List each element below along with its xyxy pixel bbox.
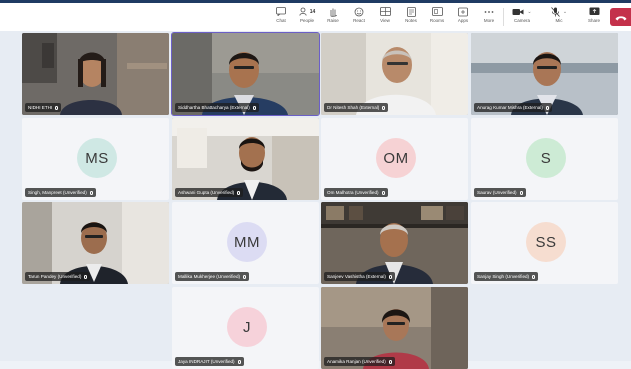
people-button[interactable]: 14 People bbox=[294, 5, 320, 29]
apps-icon bbox=[458, 5, 468, 18]
mic-icon bbox=[545, 105, 549, 110]
raise-hand-button[interactable]: Raise bbox=[320, 5, 346, 29]
apps-label: Apps bbox=[457, 18, 469, 23]
participant-tile[interactable]: Dr Nitesh Shah (External) bbox=[321, 33, 468, 115]
participant-name: Anamika Ranjan (Unverified) bbox=[324, 357, 395, 366]
share-label: Share bbox=[587, 18, 600, 23]
mic-icon bbox=[532, 274, 536, 279]
rooms-label: Rooms bbox=[429, 18, 445, 23]
react-label: React bbox=[353, 18, 365, 23]
camera-chevron-down-icon[interactable]: ⌄ bbox=[527, 9, 531, 15]
avatar: J bbox=[227, 307, 267, 347]
mic-icon bbox=[55, 105, 59, 110]
apps-button[interactable]: Apps bbox=[450, 5, 476, 29]
participant-tile[interactable]: Anurag Kumar Mishra (External) bbox=[471, 33, 618, 115]
notes-label: Notes bbox=[405, 18, 417, 23]
avatar: OM bbox=[376, 138, 416, 178]
participant-name: Tarun Pandey (Unverified) bbox=[25, 272, 91, 281]
view-button[interactable]: View bbox=[372, 5, 398, 29]
notes-icon bbox=[406, 5, 416, 18]
mic-icon bbox=[519, 190, 523, 195]
avatar: MM bbox=[227, 222, 267, 262]
mic-icon bbox=[381, 190, 385, 195]
participant-tile[interactable]: NIDHI ETHI bbox=[22, 33, 169, 115]
participant-name: Siddhartha Bhattacharya (External) bbox=[175, 103, 259, 112]
avatar: SS bbox=[526, 222, 566, 262]
mic-icon bbox=[237, 190, 241, 195]
mic-icon bbox=[237, 359, 241, 364]
people-count: 14 bbox=[309, 8, 316, 15]
rooms-icon bbox=[431, 5, 443, 18]
chat-label: Chat bbox=[276, 18, 286, 23]
camera-label: Camera bbox=[513, 18, 530, 23]
participant-tile[interactable]: S Saurav (Unverified) bbox=[471, 118, 618, 200]
participant-tile-active-speaker[interactable]: Siddhartha Bhattacharya (External) bbox=[171, 32, 320, 116]
share-button[interactable]: Share bbox=[581, 5, 607, 29]
participant-name: Saurav (Unverified) bbox=[474, 188, 526, 197]
mic-label: Mic bbox=[555, 18, 563, 23]
mic-icon bbox=[243, 274, 247, 279]
participant-tile[interactable]: Ashwani Gupta (Unverified) bbox=[172, 118, 319, 200]
participant-name: Sanjay Singh (Unverified) bbox=[474, 272, 539, 281]
chat-button[interactable]: Chat bbox=[268, 5, 294, 29]
participant-name: Mallika Mukherjee (Unverified) bbox=[175, 272, 250, 281]
participant-name: Anurag Kumar Mishra (External) bbox=[474, 103, 552, 112]
meeting-toolbar: Chat 14 People Raise React View Notes Ro… bbox=[0, 3, 631, 31]
mic-icon bbox=[252, 105, 256, 110]
notes-button[interactable]: Notes bbox=[398, 5, 424, 29]
participant-tile[interactable]: MM Mallika Mukherjee (Unverified) bbox=[172, 202, 319, 284]
participant-name: Om Malhotra (Unverified) bbox=[324, 188, 388, 197]
view-label: View bbox=[380, 18, 390, 23]
mic-chevron-down-icon[interactable]: ⌄ bbox=[563, 9, 567, 15]
toolbar-divider bbox=[503, 8, 504, 26]
rooms-button[interactable]: Rooms bbox=[424, 5, 450, 29]
mic-button[interactable]: ⌄ Mic bbox=[546, 5, 572, 29]
leave-button[interactable] bbox=[610, 8, 631, 26]
mic-icon bbox=[89, 190, 93, 195]
camera-button[interactable]: ⌄ Camera bbox=[509, 5, 535, 29]
more-button[interactable]: More bbox=[476, 5, 502, 29]
view-icon bbox=[379, 5, 391, 18]
camera-icon: ⌄ bbox=[512, 5, 532, 18]
people-icon: 14 bbox=[299, 5, 316, 18]
chat-icon bbox=[276, 5, 286, 18]
react-button[interactable]: React bbox=[346, 5, 372, 29]
avatar: MS bbox=[77, 138, 117, 178]
participant-name: NIDHI ETHI bbox=[25, 103, 62, 112]
participant-name: Dr Nitesh Shah (External) bbox=[324, 103, 389, 112]
participant-tile[interactable]: MS Singh, Manpreet (Unverified) bbox=[22, 118, 169, 200]
share-icon bbox=[589, 5, 600, 18]
avatar: S bbox=[526, 138, 566, 178]
mic-icon bbox=[382, 105, 386, 110]
participant-tile[interactable]: Tarun Pandey (Unverified) bbox=[22, 202, 169, 284]
participant-tile[interactable]: J Jaya INDRAJIT (Unverified) bbox=[172, 287, 319, 369]
participant-tile[interactable]: OM Om Malhotra (Unverified) bbox=[321, 118, 468, 200]
more-icon bbox=[484, 5, 494, 18]
hand-icon bbox=[328, 5, 338, 18]
raise-label: Raise bbox=[327, 18, 339, 23]
participant-tile[interactable]: Anamika Ranjan (Unverified) bbox=[321, 287, 468, 369]
people-label: People bbox=[299, 18, 314, 23]
participant-tile[interactable]: SS Sanjay Singh (Unverified) bbox=[471, 202, 618, 284]
mic-icon bbox=[84, 274, 88, 279]
more-label: More bbox=[483, 18, 495, 23]
phone-hangup-icon bbox=[615, 8, 627, 26]
participant-name: Jaya INDRAJIT (Unverified) bbox=[175, 357, 244, 366]
participant-name: Ashwani Gupta (Unverified) bbox=[175, 188, 244, 197]
video-grid: NIDHI ETHI Siddhartha Bhattacharya (Exte… bbox=[0, 31, 631, 369]
mic-icon bbox=[388, 274, 392, 279]
participant-name: Singh, Manpreet (Unverified) bbox=[25, 188, 96, 197]
mic-icon: ⌄ bbox=[551, 5, 567, 18]
mic-icon bbox=[388, 359, 392, 364]
react-icon bbox=[354, 5, 364, 18]
participant-name: Sanjeev Vashistha (External) bbox=[324, 272, 395, 281]
participant-tile[interactable]: Sanjeev Vashistha (External) bbox=[321, 202, 468, 284]
